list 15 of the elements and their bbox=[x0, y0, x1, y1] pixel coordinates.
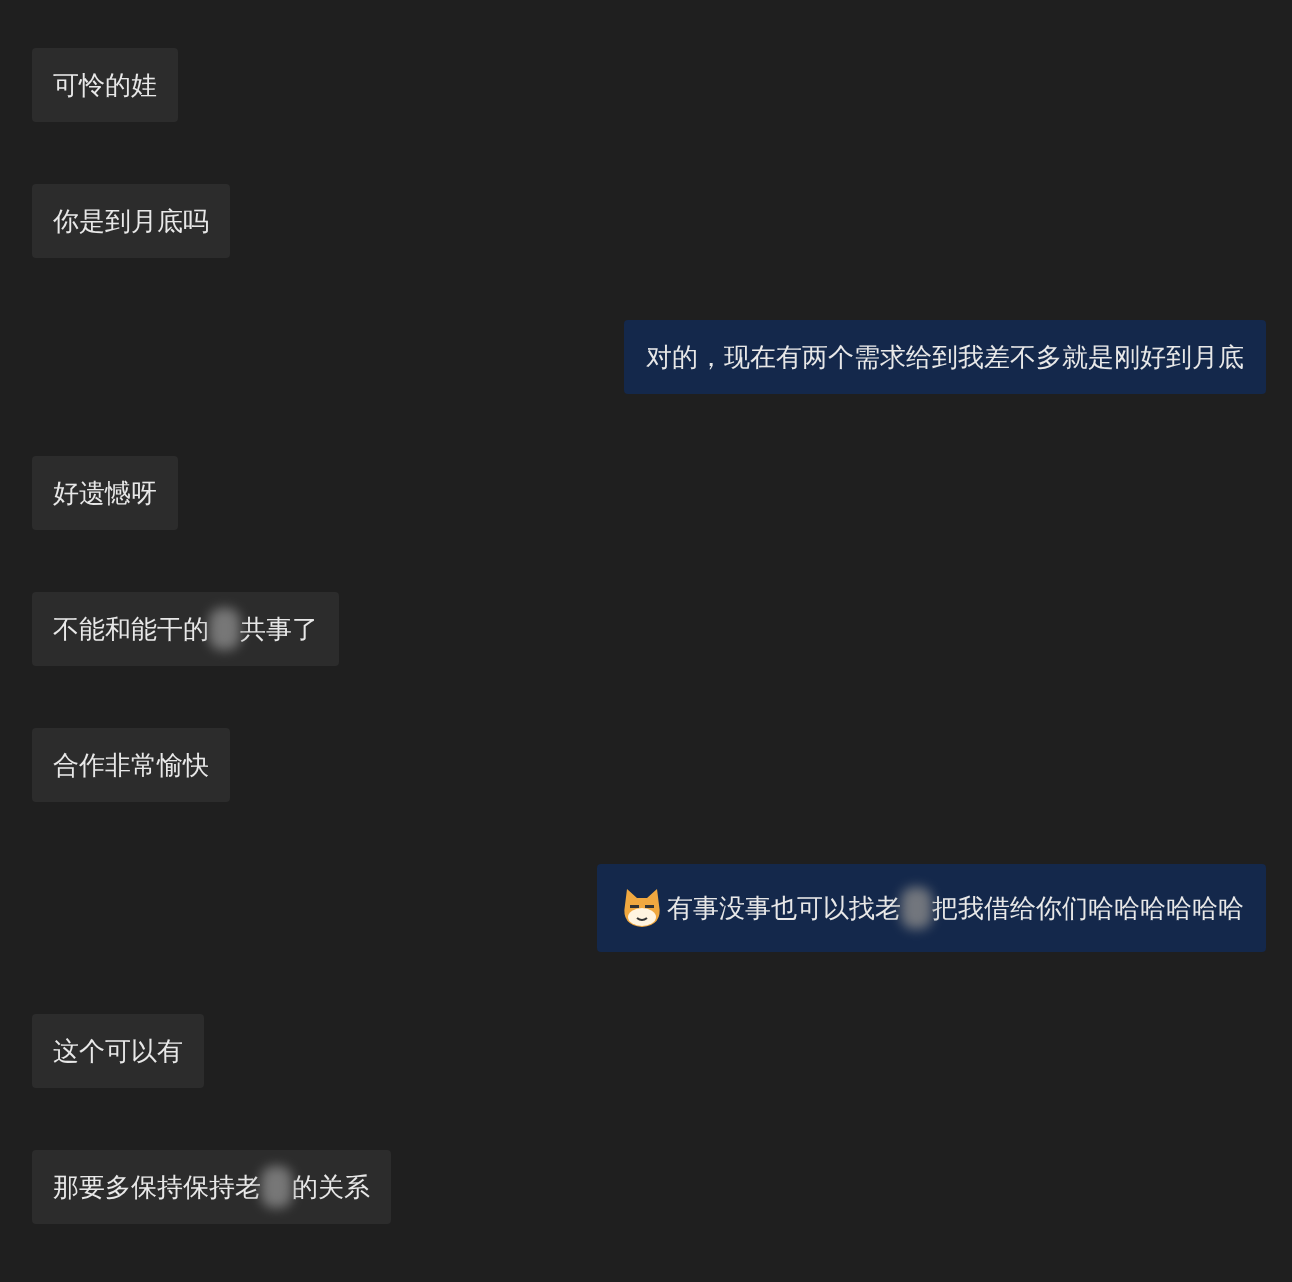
message-text: 的关系 bbox=[292, 1170, 371, 1204]
message-text: 这个可以有 bbox=[53, 1034, 183, 1068]
message-text: 可怜的娃 bbox=[53, 68, 157, 102]
message-text: 对的，现在有两个需求给到我差不多就是刚好到月底 bbox=[646, 340, 1244, 374]
message-text: 有事没事也可以找老 bbox=[666, 891, 901, 925]
redaction-blur bbox=[900, 887, 932, 929]
message-text: 那要多保持保持老 bbox=[53, 1170, 261, 1204]
message-text: 好遗憾呀 bbox=[53, 476, 157, 510]
message-text: 把我借给你们哈哈哈哈哈哈 bbox=[932, 891, 1244, 925]
redaction-blur bbox=[209, 608, 241, 650]
redaction-blur bbox=[261, 1166, 293, 1208]
message-text: 共事了 bbox=[240, 612, 319, 646]
message-text: 你是到月底吗 bbox=[53, 204, 209, 238]
message-text: 不能和能干的 bbox=[53, 612, 209, 646]
message-text: 合作非常愉快 bbox=[53, 748, 209, 782]
